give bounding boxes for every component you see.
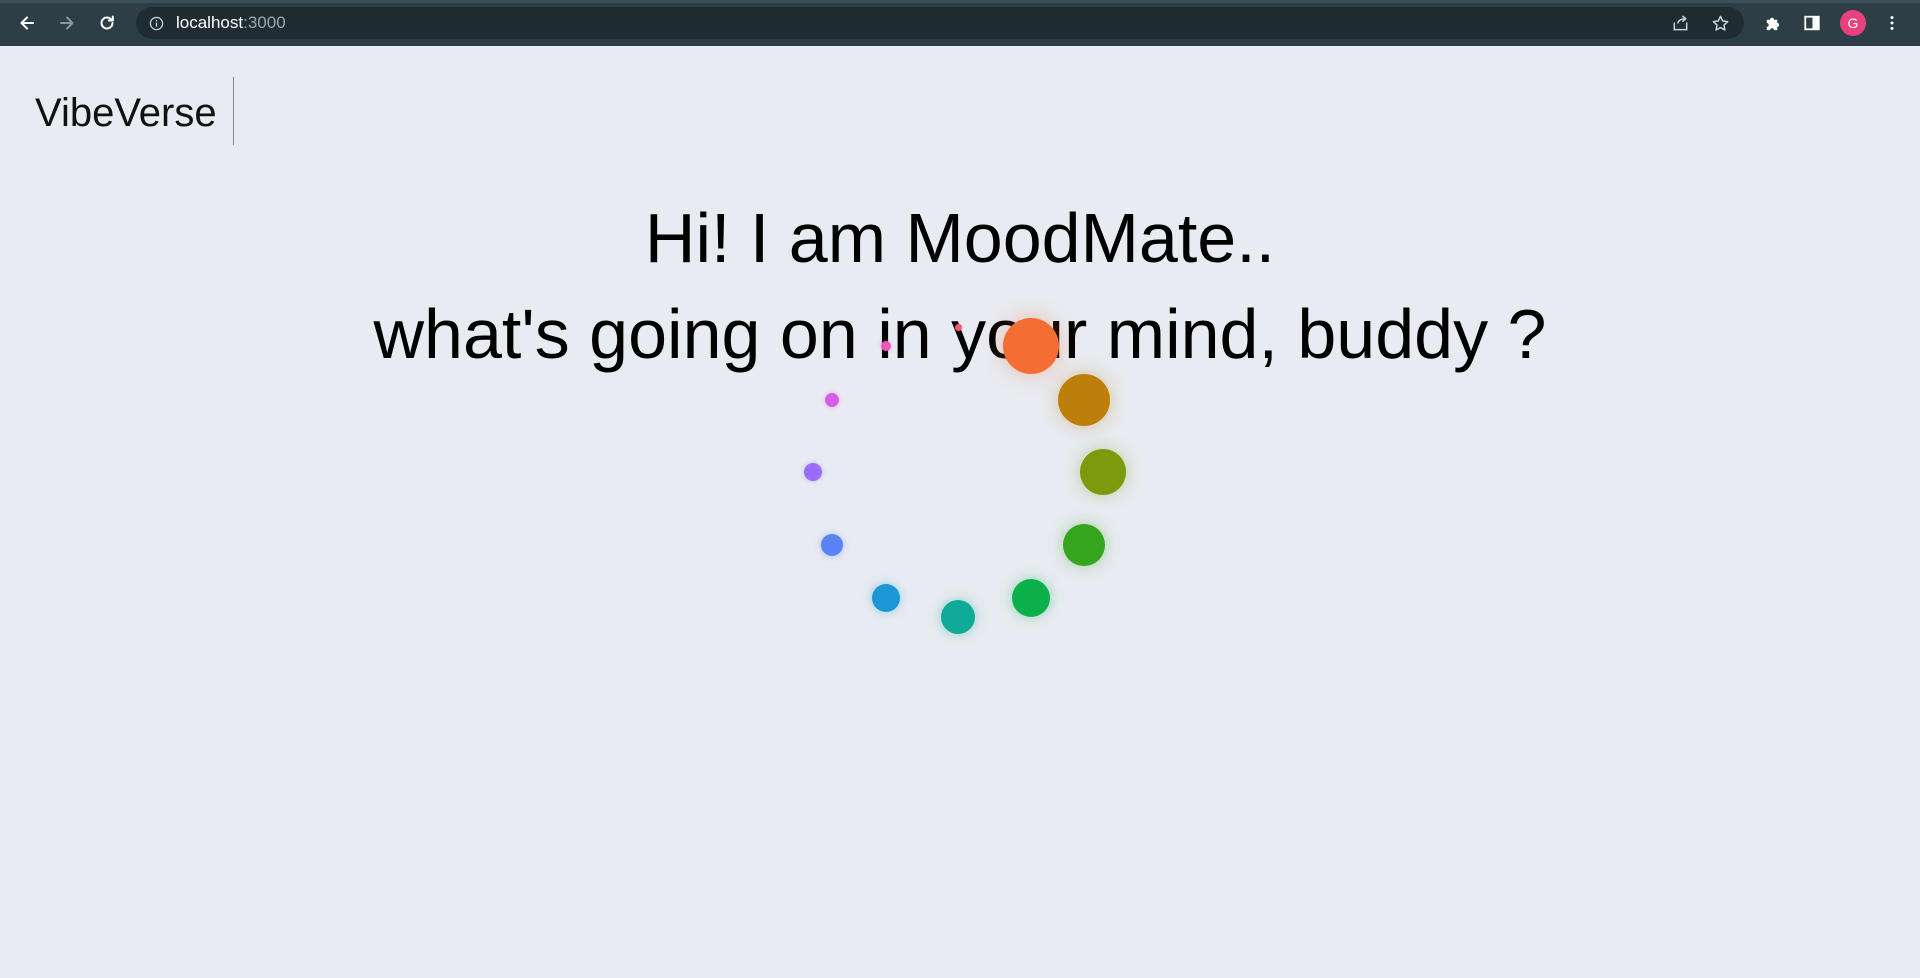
- browser-toolbar: localhost:3000 G: [0, 0, 1920, 46]
- browser-menu-button[interactable]: [1880, 11, 1904, 35]
- spinner-dot: [1002, 318, 1059, 375]
- brand-logo[interactable]: VibeVerse: [35, 90, 217, 136]
- share-icon[interactable]: [1670, 13, 1690, 33]
- star-icon[interactable]: [1710, 13, 1730, 33]
- spinner-dot: [825, 392, 840, 407]
- address-bar[interactable]: localhost:3000: [136, 7, 1744, 39]
- menu-kebab-icon: [1890, 16, 1894, 30]
- back-button[interactable]: [13, 9, 41, 37]
- reload-button[interactable]: [93, 9, 121, 37]
- reload-icon: [100, 15, 114, 30]
- info-icon[interactable]: [148, 15, 164, 31]
- spinner-dot: [804, 463, 822, 481]
- spinner-dot: [1062, 523, 1105, 566]
- spinner-dot: [1011, 578, 1050, 617]
- profile-avatar[interactable]: G: [1840, 10, 1866, 36]
- extensions-button[interactable]: [1760, 11, 1784, 35]
- extensions-puzzle-icon: [1766, 17, 1779, 30]
- url-port: :3000: [243, 13, 286, 32]
- spinner-dot: [1057, 373, 1110, 426]
- greeting-title: Hi! I am MoodMate..: [644, 199, 1276, 277]
- greeting-subtitle: what's going on in your mind, buddy ?: [373, 295, 1547, 373]
- forward-button[interactable]: [53, 9, 81, 37]
- spinner-dot: [871, 583, 900, 612]
- spinner-dot: [880, 341, 891, 352]
- spinner-dot: [954, 323, 962, 331]
- side-panel-icon: [1804, 15, 1820, 31]
- tab-strip-edge: [0, 0, 1920, 3]
- spinner-dot: [941, 600, 975, 634]
- profile-initial: G: [1847, 15, 1859, 31]
- header-divider: [233, 77, 234, 145]
- url-text[interactable]: localhost:3000: [176, 13, 286, 33]
- spinner-dot: [821, 533, 844, 556]
- spinner-dot: [1080, 449, 1126, 495]
- url-host: localhost: [176, 13, 244, 32]
- forward-arrow-icon: [60, 16, 74, 30]
- side-panel-button[interactable]: [1800, 11, 1824, 35]
- back-arrow-icon: [20, 16, 34, 30]
